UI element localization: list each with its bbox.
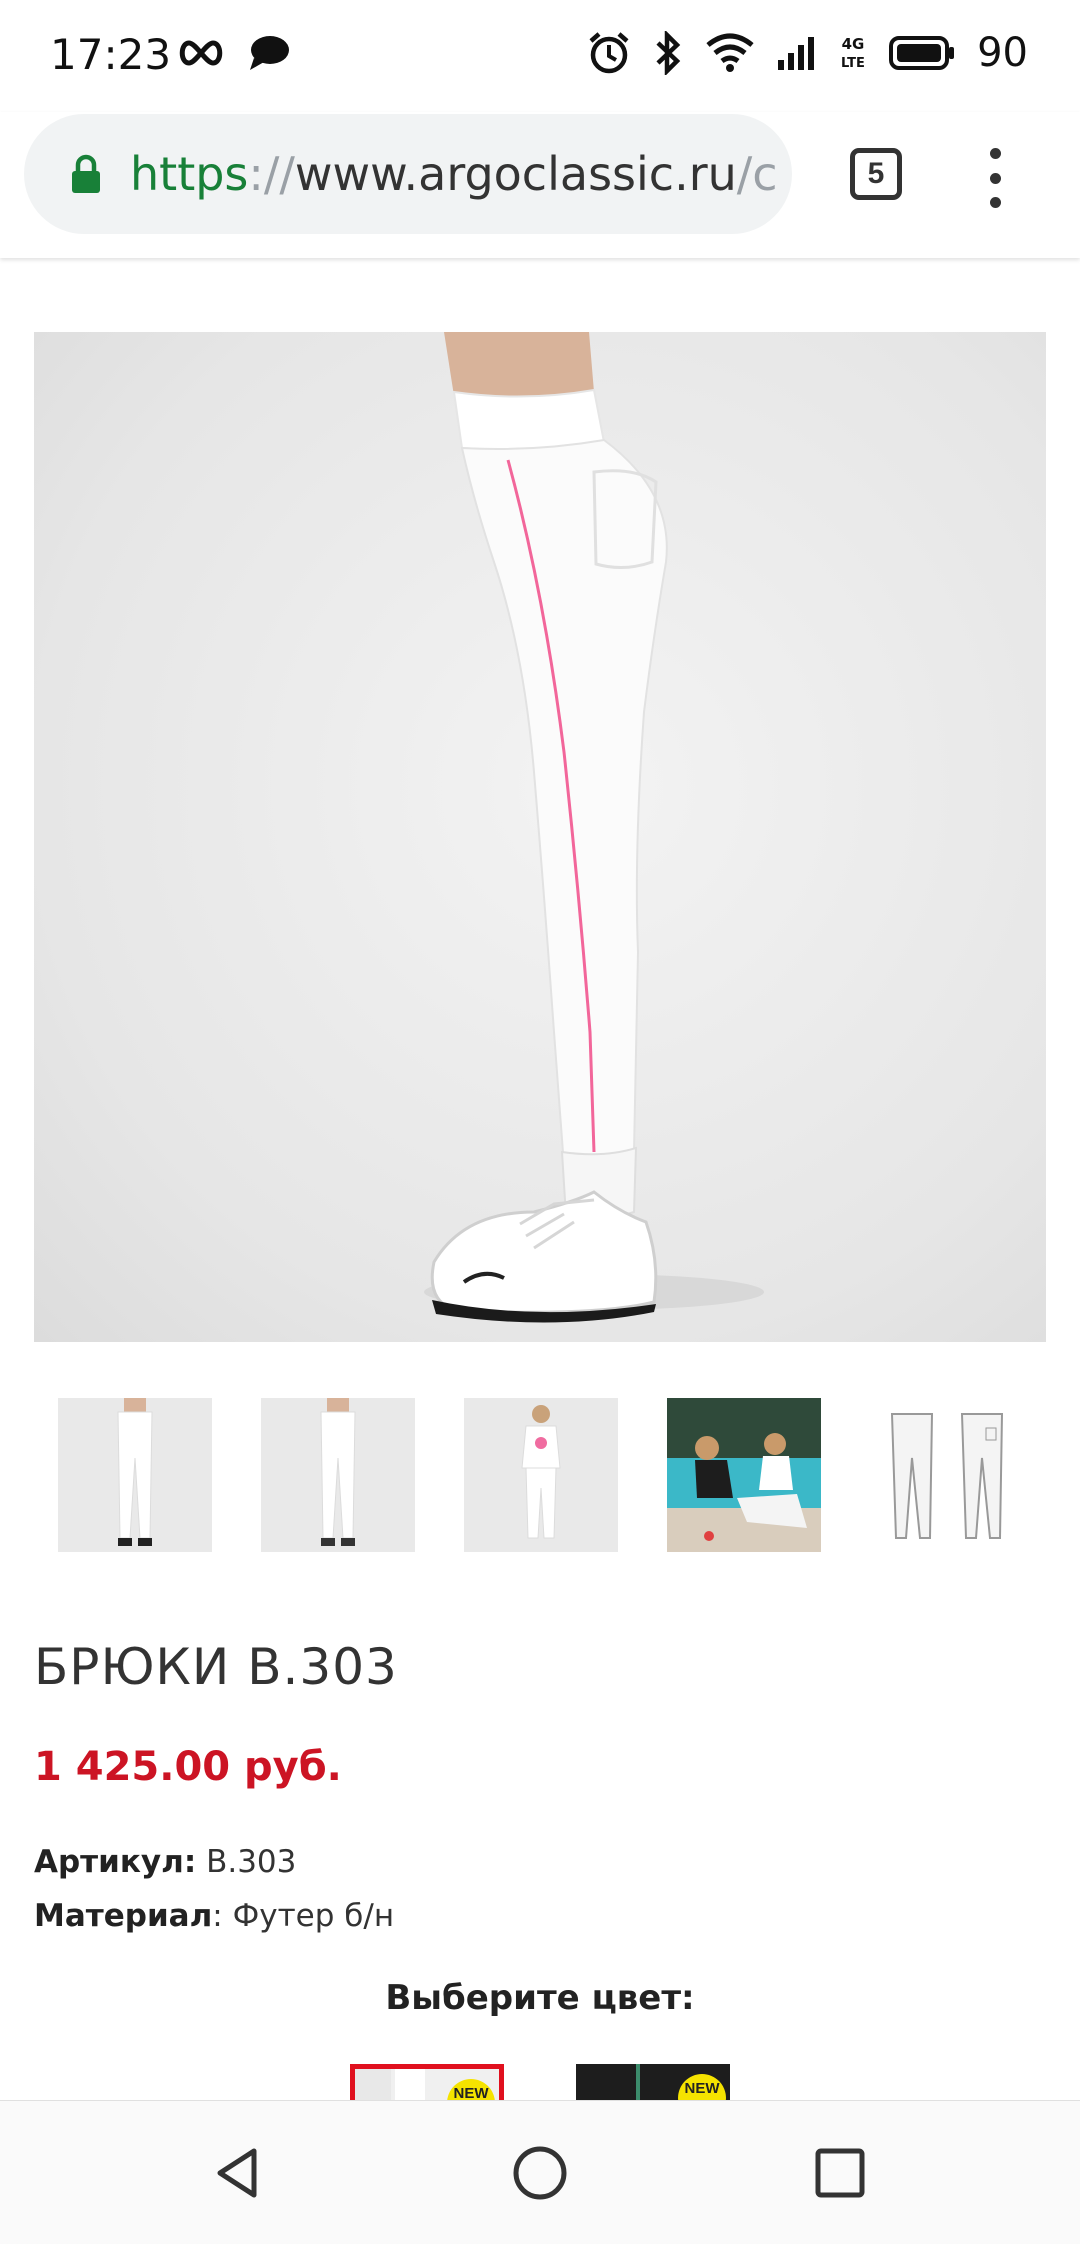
product-material: Материал: Футер б/н (34, 1898, 394, 1934)
back-icon[interactable] (210, 2143, 270, 2203)
menu-dot (989, 197, 1001, 208)
address-bar[interactable]: https://www.argoclassic.ru/c (24, 114, 792, 234)
browser-toolbar: https://www.argoclassic.ru/c 5 (0, 112, 1080, 258)
svg-text:4G: 4G (842, 35, 865, 53)
product-photo-illustration (424, 332, 764, 1323)
thumbnail-image (521, 1405, 561, 1539)
svg-text:LTE: LTE (841, 56, 865, 71)
thumbnail-back[interactable] (261, 1398, 415, 1552)
status-time: 17:23 (50, 30, 172, 79)
status-notification-icons (176, 34, 290, 72)
url-scheme: https (130, 147, 249, 201)
menu-dot (989, 148, 1001, 159)
thumbnail-full-outfit[interactable] (464, 1398, 618, 1552)
product-sku: Артикул: B.303 (34, 1844, 296, 1880)
infinity-icon (179, 40, 223, 66)
menu-dot (989, 172, 1001, 184)
home-icon[interactable] (510, 2143, 570, 2203)
product-price: 1 425.00 руб. (34, 1744, 342, 1790)
url-host: www.argoclassic.ru (294, 147, 737, 201)
system-navigation-bar (0, 2100, 1080, 2244)
lock-icon (72, 154, 100, 193)
thumbnail-image (890, 1413, 1004, 1539)
url-separator: :// (248, 147, 295, 201)
url-path: /c (736, 147, 778, 201)
status-system-icons: 4G LTE 90 (587, 30, 1028, 76)
color-select-heading: Выберите цвет: (385, 1978, 695, 2018)
chat-bubble-icon (250, 36, 289, 70)
url-text: https://www.argoclassic.ru/c (130, 147, 778, 201)
thumbnail-image (320, 1398, 356, 1546)
alarm-icon (589, 32, 629, 74)
signal-icon (778, 37, 815, 70)
tab-switcher-button[interactable]: 5 (850, 148, 902, 200)
thumbnail-image (117, 1398, 153, 1546)
thumbnail-technical-sketch[interactable] (870, 1398, 1024, 1552)
sku-value: B.303 (196, 1844, 297, 1880)
battery-icon (889, 36, 955, 70)
battery-percent: 90 (977, 30, 1028, 76)
thumbnail-front[interactable] (58, 1398, 212, 1552)
color-swatch-black[interactable]: NEW (576, 2064, 730, 2104)
material-label: Материал (34, 1898, 213, 1934)
lte-icon: 4G LTE (841, 35, 865, 71)
product-main-image[interactable] (34, 332, 1046, 1342)
sku-label: Артикул: (34, 1844, 197, 1880)
product-title: БРЮКИ B.303 (34, 1638, 398, 1696)
status-bar: 17:23 4G LTE 90 (0, 0, 1080, 112)
color-swatch-white[interactable]: NEW (350, 2064, 504, 2104)
thumbnail-lifestyle[interactable] (667, 1398, 821, 1552)
bluetooth-icon (656, 31, 681, 75)
wifi-icon (706, 33, 754, 72)
product-thumbnails (58, 1398, 1024, 1552)
material-value: : Футер б/н (212, 1898, 395, 1934)
thumbnail-image (667, 1398, 821, 1552)
browser-menu-button[interactable] (980, 148, 1010, 208)
recent-apps-icon[interactable] (810, 2143, 870, 2203)
